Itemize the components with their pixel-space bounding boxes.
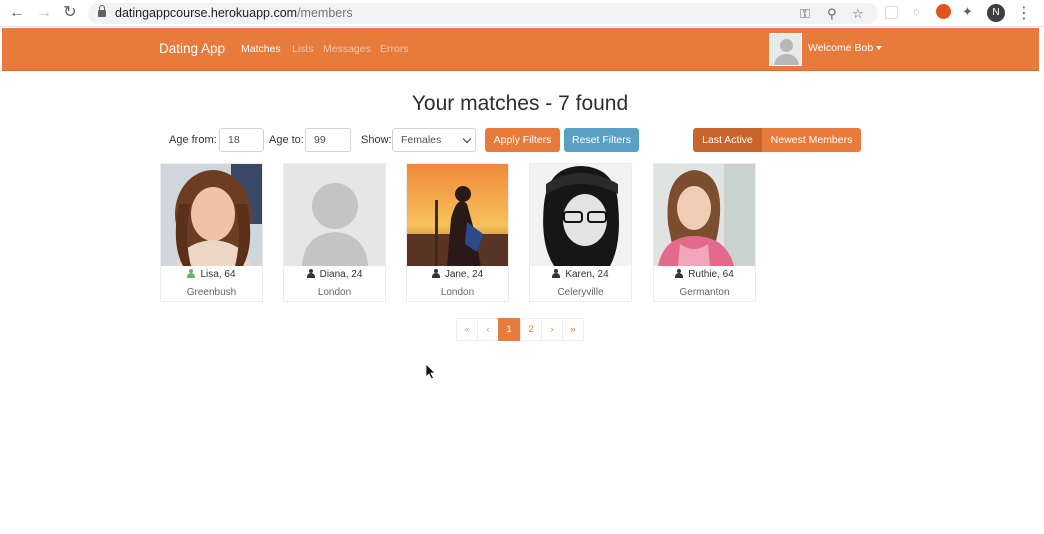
profile-avatar[interactable]: N: [987, 4, 1005, 22]
chevron-down-icon: [462, 134, 472, 144]
nav-link-lists[interactable]: Lists: [292, 43, 314, 55]
member-card[interactable]: Jane, 24 London: [406, 163, 509, 302]
member-photo[interactable]: [161, 164, 262, 266]
user-avatar[interactable]: [769, 33, 802, 66]
back-icon[interactable]: ←: [6, 3, 28, 23]
member-city: London: [440, 287, 475, 298]
member-card[interactable]: Diana, 24 London: [283, 163, 386, 302]
sort-button-group: Last Active Newest Members: [693, 128, 861, 152]
newest-members-button[interactable]: Newest Members: [762, 128, 861, 152]
last-active-button[interactable]: Last Active: [693, 128, 762, 152]
user-online-icon: [187, 269, 196, 278]
extension-icon[interactable]: ☼: [911, 4, 927, 20]
gender-select-value: Females: [401, 134, 442, 146]
age-to-label: Age to:: [269, 134, 304, 146]
user-icon: [675, 269, 684, 278]
nav-link-messages[interactable]: Messages: [323, 43, 371, 55]
brand-link[interactable]: Dating App: [159, 41, 225, 56]
next-page-button[interactable]: ›: [541, 318, 563, 341]
member-city: Celeryville: [557, 287, 604, 298]
member-card[interactable]: Ruthie, 64 Germanton: [653, 163, 756, 302]
last-page-button[interactable]: »: [562, 318, 584, 341]
bookmark-star-icon[interactable]: ☆: [852, 6, 864, 22]
apply-filters-button[interactable]: Apply Filters: [485, 128, 560, 152]
nav-link-errors[interactable]: Errors: [380, 43, 409, 55]
age-from-input[interactable]: 18: [219, 128, 264, 152]
gender-select[interactable]: Females: [392, 128, 476, 152]
user-dropdown[interactable]: Welcome Bob: [808, 42, 883, 54]
reload-icon[interactable]: ↻: [59, 3, 81, 23]
page-title: Your matches - 7 found: [411, 92, 629, 115]
first-page-button[interactable]: «: [456, 318, 478, 341]
caret-down-icon: [876, 46, 883, 51]
forward-icon[interactable]: →: [33, 3, 55, 23]
member-name: Diana, 24: [284, 269, 385, 280]
user-icon: [306, 269, 315, 278]
member-name: Lisa, 64: [161, 269, 262, 280]
member-card[interactable]: Lisa, 64 Greenbush: [160, 163, 263, 302]
member-name: Karen, 24: [530, 269, 631, 280]
age-from-label: Age from:: [169, 134, 217, 146]
member-city: Germanton: [679, 287, 730, 298]
zoom-icon[interactable]: ⚲: [827, 6, 837, 22]
member-photo[interactable]: [284, 164, 385, 266]
extension-icon[interactable]: [936, 4, 951, 19]
lock-icon: [98, 5, 106, 17]
app-navbar: Dating App Matches Lists Messages Errors…: [2, 28, 1039, 71]
member-photo[interactable]: [654, 164, 755, 266]
page-2-button[interactable]: 2: [520, 318, 542, 341]
member-card[interactable]: Karen, 24 Celeryville: [529, 163, 632, 302]
key-icon[interactable]: ⚿: [800, 6, 810, 22]
prev-page-button[interactable]: ‹: [477, 318, 499, 341]
url-text: datingappcourse.herokuapp.com/members: [115, 6, 353, 20]
menu-kebab-icon[interactable]: ⋮: [1016, 3, 1032, 23]
member-city: London: [317, 287, 352, 298]
nav-link-matches[interactable]: Matches: [241, 43, 281, 55]
browser-toolbar: ← → ↻ datingappcourse.herokuapp.com/memb…: [0, 0, 1044, 27]
address-bar[interactable]: datingappcourse.herokuapp.com/members ⚿ …: [88, 3, 878, 24]
age-to-input[interactable]: 99: [305, 128, 351, 152]
member-photo[interactable]: [530, 164, 631, 266]
mouse-cursor-icon: [425, 363, 436, 385]
puzzle-icon[interactable]: ✦: [962, 4, 978, 20]
member-city: Greenbush: [186, 287, 237, 298]
user-icon: [552, 269, 561, 278]
show-label: Show:: [361, 134, 392, 146]
page-1-button[interactable]: 1: [498, 318, 520, 341]
reset-filters-button[interactable]: Reset Filters: [564, 128, 639, 152]
member-photo[interactable]: [407, 164, 508, 266]
extension-icon[interactable]: [885, 6, 898, 19]
member-name: Ruthie, 64: [654, 269, 755, 280]
user-icon: [431, 269, 440, 278]
member-name: Jane, 24: [407, 269, 508, 280]
